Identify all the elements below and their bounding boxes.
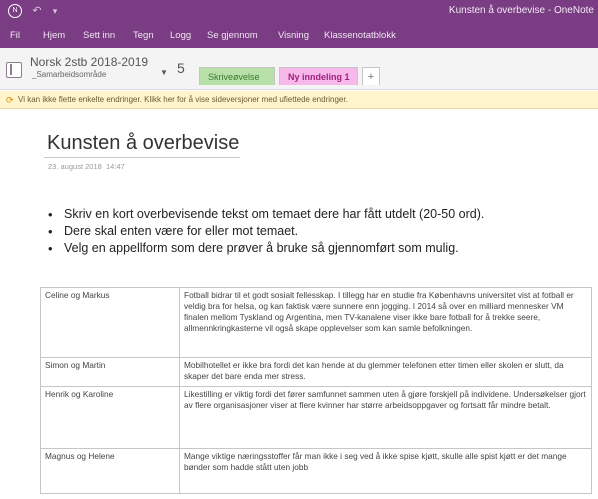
section-tab-skriveovelse[interactable]: Skriveøvelse bbox=[199, 67, 275, 85]
notebook-icon[interactable] bbox=[6, 62, 22, 78]
list-item[interactable]: • Dere skal enten være for eller mot tema… bbox=[46, 224, 586, 241]
tab-file[interactable]: Fil bbox=[10, 30, 20, 41]
warning-icon: ⟳ bbox=[6, 95, 14, 105]
table-row: Magnus og Helene Mange viktige næringsst… bbox=[40, 448, 592, 494]
bullet-icon: • bbox=[48, 241, 53, 256]
table-cell-names[interactable]: Simon og Martin bbox=[40, 357, 180, 387]
pin-icon[interactable]: ▾ bbox=[48, 4, 62, 18]
table-cell-text[interactable]: Likestilling er viktig fordi det fører s… bbox=[179, 386, 592, 449]
section-tab-ny-inndeling[interactable]: Ny inndeling 1 bbox=[279, 67, 358, 85]
chevron-down-icon[interactable]: ▼ bbox=[160, 68, 168, 77]
bullet-list: • Skriv en kort overbevisende tekst om te… bbox=[46, 207, 586, 258]
table-cell-names[interactable]: Celine og Markus bbox=[40, 287, 180, 358]
table-row: Simon og Martin Mobilhotellet er ikke br… bbox=[40, 357, 592, 387]
merge-warning-bar[interactable]: ⟳ Vi kan ikke flette enkelte endringer. … bbox=[0, 91, 598, 109]
merge-warning-text[interactable]: Vi kan ikke flette enkelte endringer. Kl… bbox=[18, 95, 348, 104]
table-cell-names[interactable]: Magnus og Helene bbox=[40, 448, 180, 494]
title-underline bbox=[44, 157, 240, 158]
window-title: Kunsten å overbevise - OneNote bbox=[448, 5, 594, 16]
onenote-logo-icon: N bbox=[8, 4, 22, 18]
bullet-icon: • bbox=[48, 207, 53, 222]
tab-home[interactable]: Hjem bbox=[43, 30, 65, 41]
notebook-name[interactable]: Norsk 2stb 2018-2019 bbox=[30, 55, 148, 69]
tab-class-notebook[interactable]: Klassenotatblokk bbox=[324, 30, 396, 41]
table-cell-names[interactable]: Henrik og Karoline bbox=[40, 386, 180, 449]
page-time: 14:47 bbox=[106, 162, 125, 171]
bullet-text[interactable]: Velg en appellform som dere prøver å bru… bbox=[64, 241, 459, 255]
table-cell-text[interactable]: Mange viktige næringsstoffer får man ikk… bbox=[179, 448, 592, 494]
table-cell-text[interactable]: Mobilhotellet er ikke bra fordi det kan … bbox=[179, 357, 592, 387]
tab-review[interactable]: Se gjennom bbox=[207, 30, 258, 41]
answers-table: Celine og Markus Fotball bidrar til et g… bbox=[40, 287, 592, 494]
undo-icon[interactable]: ↶ bbox=[30, 4, 44, 18]
table-row: Henrik og Karoline Likestilling er vikti… bbox=[40, 386, 592, 449]
list-item[interactable]: • Skriv en kort overbevisende tekst om te… bbox=[46, 207, 586, 224]
table-cell-text[interactable]: Fotball bidrar til et godt sosialt felle… bbox=[179, 287, 592, 358]
tab-history[interactable]: Logg bbox=[170, 30, 191, 41]
bullet-text[interactable]: Dere skal enten være for eller mot temae… bbox=[64, 224, 298, 238]
section-group-name[interactable]: _Samarbeidsområde bbox=[32, 70, 106, 79]
tab-view[interactable]: Visning bbox=[278, 30, 309, 41]
notebook-bar: Norsk 2stb 2018-2019 _Samarbeidsområde ▼… bbox=[0, 48, 598, 90]
bullet-text[interactable]: Skriv en kort overbevisende tekst om tem… bbox=[64, 207, 484, 221]
title-bar: N ↶ ▾ Kunsten å overbevise - OneNote bbox=[0, 0, 598, 22]
add-section-button[interactable]: + bbox=[362, 67, 380, 85]
page-date: 23. august 2018 bbox=[48, 162, 102, 171]
list-item[interactable]: • Velg en appellform som dere prøver å br… bbox=[46, 241, 586, 258]
page-title[interactable]: Kunsten å overbevise bbox=[47, 132, 239, 155]
bullet-icon: • bbox=[48, 224, 53, 239]
ribbon-tabs: Fil Hjem Sett inn Tegn Logg Se gjennom V… bbox=[0, 22, 598, 48]
tab-draw[interactable]: Tegn bbox=[133, 30, 154, 41]
tab-insert[interactable]: Sett inn bbox=[83, 30, 115, 41]
notebook-number: 5 bbox=[177, 60, 185, 76]
table-row: Celine og Markus Fotball bidrar til et g… bbox=[40, 287, 592, 358]
